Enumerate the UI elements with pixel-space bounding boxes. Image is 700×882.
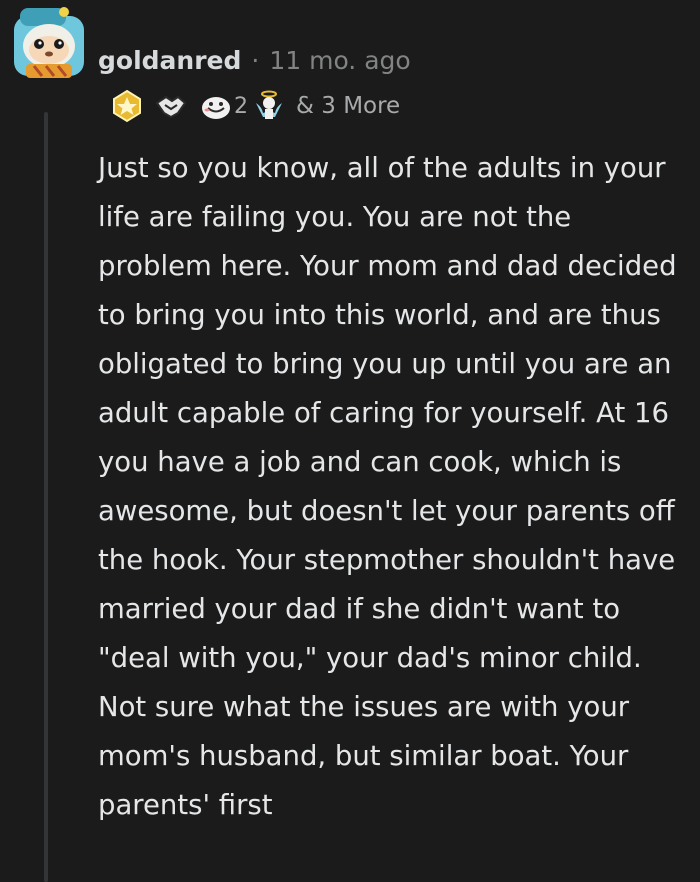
user-avatar[interactable]: [12, 6, 86, 80]
wholesome-award-icon: [198, 89, 232, 123]
meta-separator: ·: [251, 45, 260, 75]
comment-body: Just so you know, all of the adults in y…: [98, 152, 677, 821]
comment-meta: goldanred · 11 mo. ago: [98, 40, 411, 80]
thread-line[interactable]: [44, 112, 48, 882]
award-count: 2: [234, 93, 248, 119]
more-awards-label[interactable]: & 3 More: [296, 93, 400, 119]
timestamp[interactable]: 11 mo. ago: [269, 46, 410, 75]
handshake-award-icon: [154, 89, 188, 123]
angel-award-icon: [252, 89, 286, 123]
avatar-icon: [14, 7, 84, 78]
gold-award-icon: [110, 89, 144, 123]
username-link[interactable]: goldanred: [98, 46, 241, 75]
awards-row[interactable]: 2 & 3 More: [110, 86, 400, 126]
